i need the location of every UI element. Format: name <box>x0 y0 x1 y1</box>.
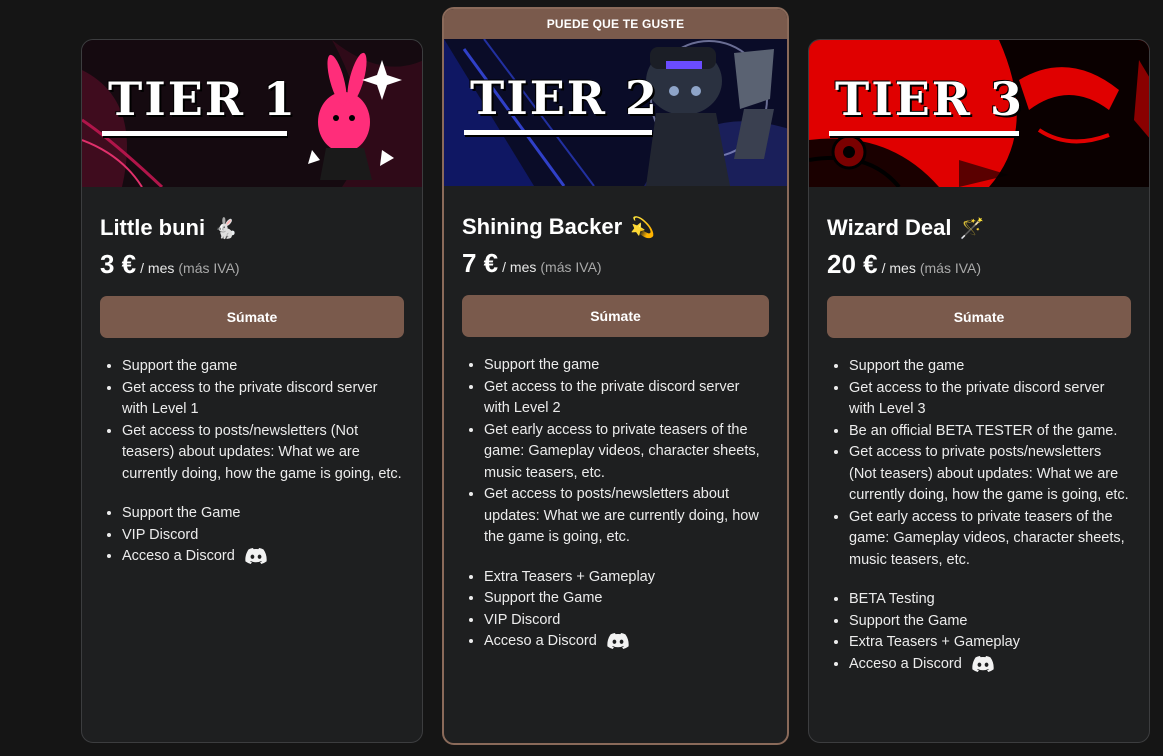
list-item: Acceso a Discord <box>484 631 769 653</box>
tier-3-banner-image: TIER 3 <box>809 40 1149 187</box>
rabbit-emoji-icon: 🐇 <box>213 217 238 240</box>
list-item: Support the Game <box>122 503 404 525</box>
dizzy-star-emoji-icon: 💫 <box>630 216 656 239</box>
discord-icon <box>972 655 994 672</box>
list-item: Extra Teasers + Gameplay <box>849 632 1131 654</box>
tier-3-name: Wizard Deal 🪄 <box>827 215 1131 241</box>
tier-2-extras: Extra Teasers + Gameplay Support the Gam… <box>462 567 769 653</box>
tier-1-join-button[interactable]: Súmate <box>100 296 404 338</box>
tier-2-join-button[interactable]: Súmate <box>462 295 769 337</box>
tier-3-benefits: Support the game Get access to the priva… <box>827 356 1131 571</box>
list-item: Support the game <box>484 355 769 377</box>
list-item: Support the game <box>122 356 404 378</box>
list-item: Get access to posts/newsletters about up… <box>484 484 769 549</box>
list-item: Acceso a Discord <box>122 546 404 568</box>
tier-1-price: 3 € <box>100 249 137 279</box>
tier-2-banner-image: TIER 2 <box>444 39 787 186</box>
discord-icon <box>245 548 267 565</box>
discord-access-label: Acceso a Discord <box>484 633 597 649</box>
tier-1-benefits: Support the game Get access to the priva… <box>100 356 404 485</box>
list-item: Get access to the private discord server… <box>849 378 1131 421</box>
list-item: BETA Testing <box>849 589 1131 611</box>
tier-card-3: TIER 3 Wizard Deal 🪄 20 € / mes (más IVA… <box>808 39 1150 743</box>
list-item: Support the Game <box>484 588 769 610</box>
tier-1-extras: Support the Game VIP Discord Acceso a Di… <box>100 503 404 568</box>
tier-card-2: PUEDE QUE TE GUSTE TIER 2 Shining Backer… <box>442 7 789 745</box>
discord-icon <box>607 633 629 650</box>
list-item: Acceso a Discord <box>849 654 1131 676</box>
tier-3-price-row: 20 € / mes (más IVA) <box>827 249 1131 280</box>
banner-underline <box>102 131 287 136</box>
recommended-ribbon: PUEDE QUE TE GUSTE <box>444 9 787 39</box>
tax-note: (más IVA) <box>178 260 240 276</box>
price-period: / mes <box>502 259 537 275</box>
tier-card-1: TIER 1 Little buni 🐇 3 € / mes (más IVA)… <box>81 39 423 743</box>
tier-2-banner-title: TIER 2 <box>470 71 660 125</box>
list-item: Get access to posts/newsletters (Not tea… <box>122 421 404 486</box>
magic-wand-emoji-icon: 🪄 <box>959 217 985 240</box>
discord-access-label: Acceso a Discord <box>122 548 235 564</box>
list-item: Get access to the private discord server… <box>484 377 769 420</box>
tier-3-join-button[interactable]: Súmate <box>827 296 1131 338</box>
list-item: Extra Teasers + Gameplay <box>484 567 769 589</box>
list-item: Support the game <box>849 356 1131 378</box>
discord-access-label: Acceso a Discord <box>849 655 962 672</box>
tier-1-name: Little buni 🐇 <box>100 215 404 241</box>
tier-2-name: Shining Backer 💫 <box>462 214 769 240</box>
tier-1-name-text: Little buni <box>100 215 206 240</box>
banner-underline <box>829 131 1019 136</box>
tax-note: (más IVA) <box>540 259 602 275</box>
list-item: VIP Discord <box>122 525 404 547</box>
tier-2-price-row: 7 € / mes (más IVA) <box>462 248 769 279</box>
tier-3-name-text: Wizard Deal <box>827 215 952 240</box>
tier-2-benefits: Support the game Get access to the priva… <box>462 355 769 549</box>
list-item: Get access to private posts/newsletters … <box>849 442 1131 507</box>
tier-1-banner-image: TIER 1 <box>82 40 422 187</box>
tier-3-price: 20 € <box>827 249 878 279</box>
tier-1-banner-title: TIER 1 <box>108 72 298 126</box>
tier-1-price-row: 3 € / mes (más IVA) <box>100 249 404 280</box>
tier-3-extras: BETA Testing Support the Game Extra Teas… <box>827 589 1131 675</box>
list-item: Get early access to private teasers of t… <box>849 507 1131 572</box>
tier-2-price: 7 € <box>462 248 499 278</box>
list-item: Get access to the private discord server… <box>122 378 404 421</box>
price-period: / mes <box>881 260 916 276</box>
tier-2-name-text: Shining Backer <box>462 214 623 239</box>
list-item: VIP Discord <box>484 610 769 632</box>
banner-underline <box>464 130 652 135</box>
tier-3-banner-title: TIER 3 <box>835 72 1025 126</box>
list-item: Get early access to private teasers of t… <box>484 420 769 485</box>
tax-note: (más IVA) <box>919 260 982 276</box>
list-item: Support the Game <box>849 611 1131 633</box>
list-item: Be an official BETA TESTER of the game. <box>849 421 1131 443</box>
price-period: / mes <box>140 260 175 276</box>
